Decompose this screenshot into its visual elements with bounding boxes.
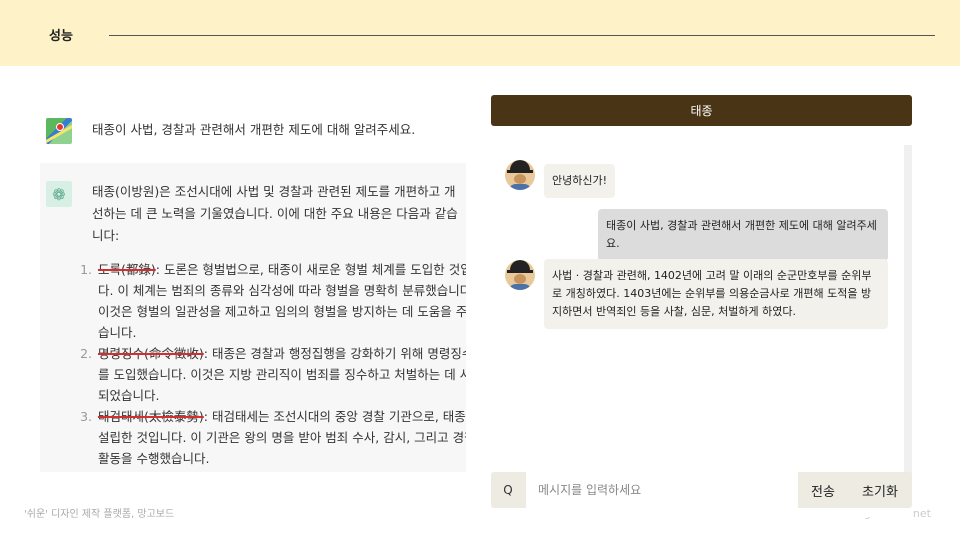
chat-input-bar: Q 전송 초기화: [491, 472, 912, 508]
chat-message-area[interactable]: 안녕하신가! 태종이 사법, 경찰과 관련해서 개편한 제도에 대해 알려주세요…: [480, 145, 912, 517]
reset-button[interactable]: 초기화: [848, 472, 912, 508]
king-portrait-icon: [505, 160, 535, 190]
list-item: 도록(都錄): 도론은 형벌법으로, 태종이 새로운 형벌 체계를 도입한 것입…: [96, 259, 466, 343]
struck-term: 도록(都錄): [98, 262, 156, 277]
struck-term: 태검태세(太檢泰勢): [98, 409, 204, 424]
list-item: 명령징수(命令徵收): 태종은 경찰과 행정집행을 강화하기 위해 명령징수를 …: [96, 343, 466, 406]
list-item: 태검태세(太檢泰勢): 태검태세는 조선시대의 중앙 경찰 기관으로, 태종이 …: [96, 406, 466, 469]
send-button[interactable]: 전송: [798, 472, 848, 508]
footer-note: '쉬운' 디자인 제작 플랫폼, 망고보드: [24, 509, 175, 520]
message-input[interactable]: [526, 472, 798, 508]
top-banner: 성능: [0, 0, 960, 66]
bot-message: 안녕하신가!: [544, 164, 616, 198]
answer-list: 도록(都錄): 도론은 형벌법으로, 태종이 새로운 형벌 체계를 도입한 것입…: [74, 259, 466, 469]
king-portrait-icon: [505, 260, 535, 290]
assistant-answer: ❁ 태종(이방원)은 조선시대에 사법 및 경찰과 관련된 제도를 개편하고 개…: [40, 163, 466, 472]
input-prefix-label: Q: [503, 483, 513, 497]
user-question-text: 태종이 사법, 경찰과 관련해서 개편한 제도에 대해 알려주세요.: [92, 122, 416, 137]
user-message: 태종이 사법, 경찰과 관련해서 개편한 제도에 대해 알려주세요.: [598, 209, 888, 261]
chat-scrollbar[interactable]: [904, 145, 912, 475]
map-app-icon: [46, 118, 72, 144]
struck-term: 명령징수(命令徵收): [98, 346, 204, 361]
chatbot-title-bar: 태종: [491, 95, 912, 126]
answer-intro: 태종(이방원)은 조선시대에 사법 및 경찰과 관련된 제도를 개편하고 개선하…: [92, 184, 458, 243]
title-divider: [109, 35, 935, 36]
page-title: 성능: [49, 29, 73, 44]
user-question-row: 태종이 사법, 경찰과 관련해서 개편한 제도에 대해 알려주세요.: [40, 110, 466, 150]
chatgpt-logo-icon: ❁: [46, 181, 72, 207]
bot-message: 사법 · 경찰과 관련해, 1402년에 고려 말 이래의 순군만호부를 순위부…: [544, 259, 888, 329]
